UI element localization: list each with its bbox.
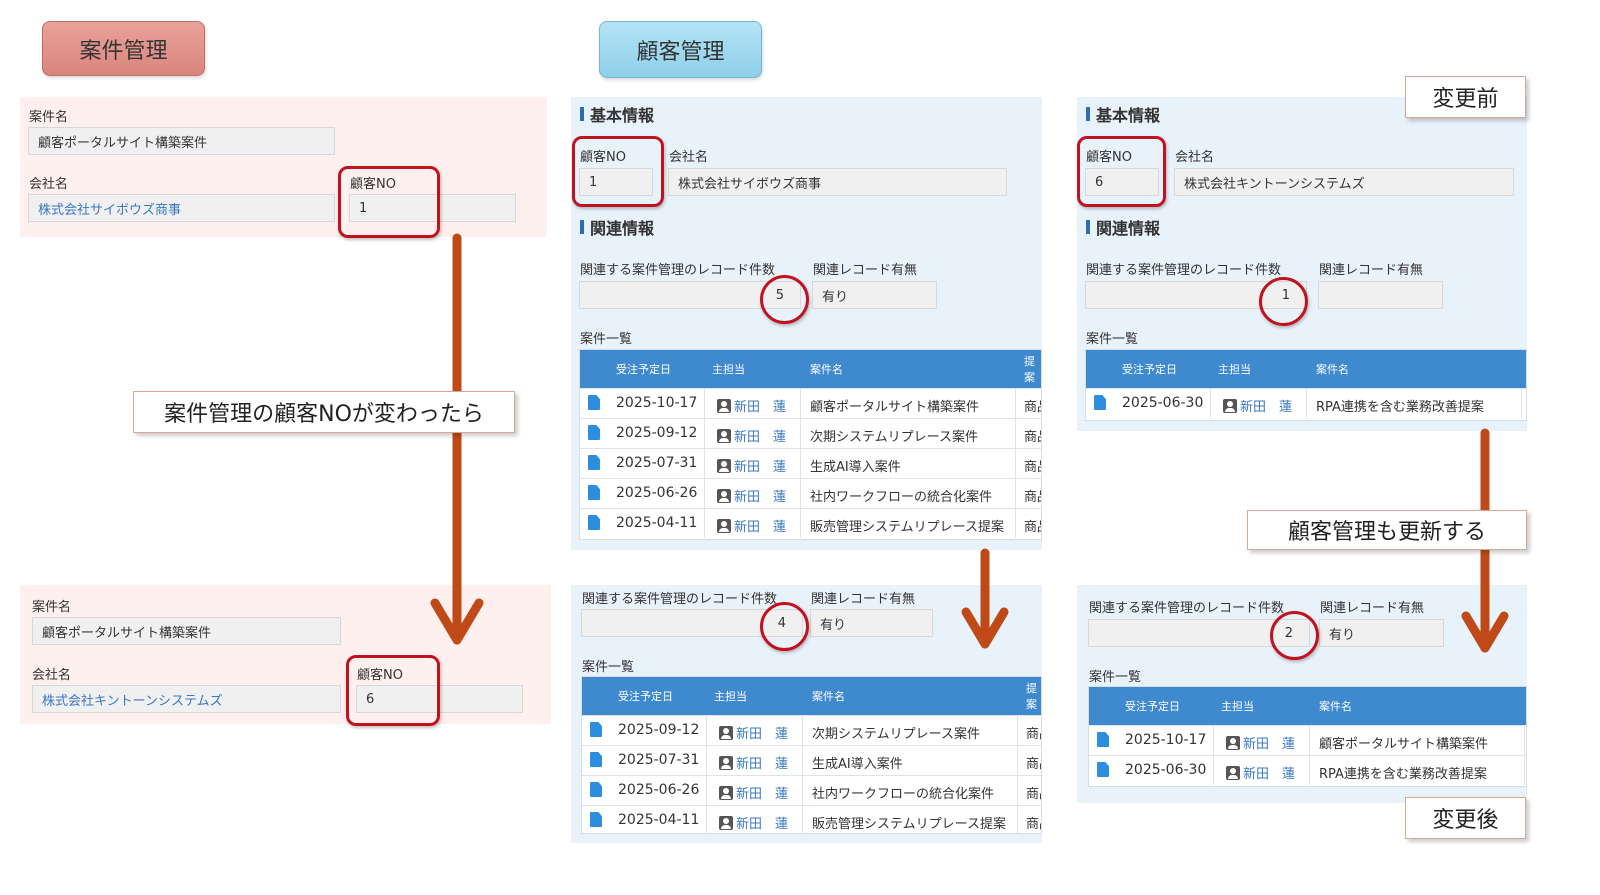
callout-case-changed: 案件管理の顧客NOが変わったら <box>133 391 515 433</box>
callout-update-customer: 顧客管理も更新する <box>1247 510 1527 550</box>
label-after: 変更後 <box>1405 797 1526 839</box>
flow-arrows <box>430 233 1509 653</box>
label-before: 変更前 <box>1405 76 1526 118</box>
